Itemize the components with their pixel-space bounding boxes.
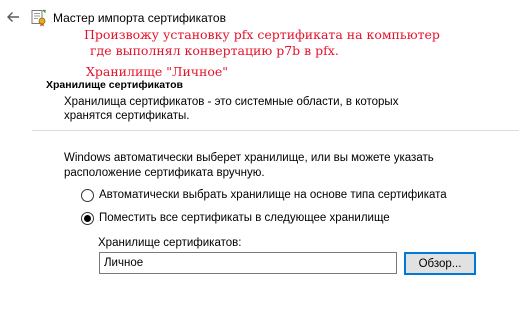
certificate-wizard-icon [31, 9, 47, 27]
radio-circle-icon[interactable] [81, 188, 94, 202]
annotation-line-3: Хранилище "Личное" [86, 64, 229, 79]
certificate-import-wizard: Мастер импорта сертификатов Произвожу ус… [0, 0, 519, 316]
radio-label[interactable]: Поместить все сертификаты в следующее хр… [99, 212, 390, 224]
window-title: Мастер импорта сертификатов [53, 11, 226, 25]
radio-label[interactable]: Автоматически выбрать хранилище на основ… [99, 189, 447, 201]
radio-selected-icon[interactable] [81, 211, 94, 225]
store-field-label: Хранилище сертификатов: [98, 237, 242, 249]
section-description: Хранилища сертификатов - это системные о… [64, 96, 399, 122]
back-arrow-icon[interactable] [5, 9, 21, 25]
store-intro-text: Windows автоматически выберет хранилище,… [64, 152, 434, 179]
store-input[interactable] [99, 252, 397, 274]
header-divider [32, 130, 519, 131]
annotation-line-2: где выполнял конвертацию p7b в pfx. [90, 43, 339, 58]
section-title: Хранилище сертификатов [46, 79, 183, 91]
browse-button[interactable]: Обзор... [404, 252, 476, 275]
radio-auto-select-store[interactable]: Автоматически выбрать хранилище на основ… [81, 187, 447, 203]
radio-dot [84, 214, 91, 222]
annotation-line-1: Произвожу установку pfx сертификата на к… [84, 27, 440, 42]
radio-place-in-store[interactable]: Поместить все сертификаты в следующее хр… [81, 210, 390, 226]
